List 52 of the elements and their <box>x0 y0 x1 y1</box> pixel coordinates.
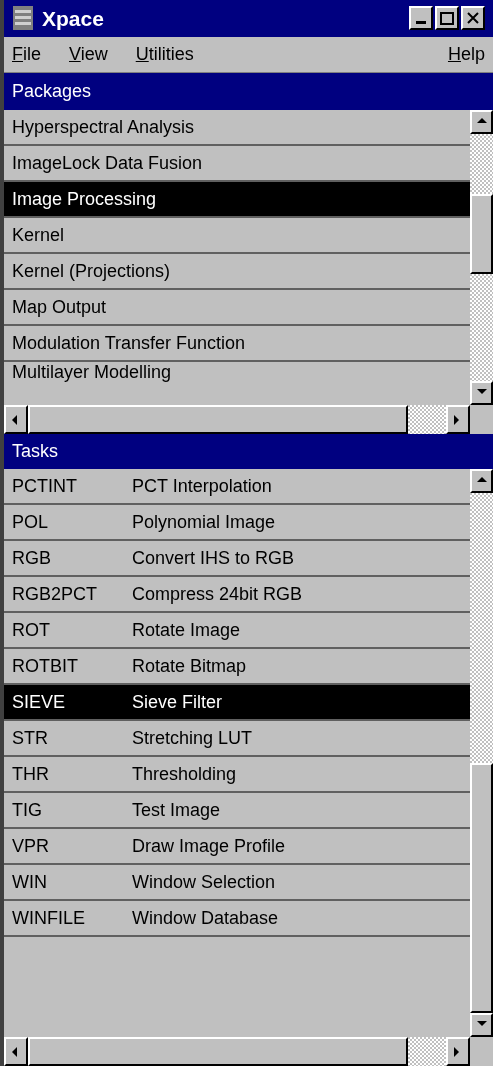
scroll-right-button[interactable] <box>446 1037 470 1066</box>
menu-item[interactable]: Utilities <box>135 41 194 68</box>
task-code: THR <box>11 762 50 786</box>
task-name: Rotate Image <box>132 618 241 642</box>
task-code: PCTINT <box>11 474 78 498</box>
task-code: RGB <box>11 546 52 570</box>
maximize-icon <box>440 11 454 25</box>
task-name: Window Database <box>132 906 279 930</box>
scrollbar-thumb[interactable] <box>470 763 493 1014</box>
scroll-down-button[interactable] <box>470 1013 493 1038</box>
task-row[interactable]: SIEVE Sieve Filter <box>4 685 470 722</box>
task-code: WINFILE <box>11 906 86 930</box>
window-title: Xpace <box>42 5 105 32</box>
scroll-up-button[interactable] <box>470 469 493 494</box>
scroll-left-button[interactable] <box>4 1037 28 1066</box>
scroll-up-button[interactable] <box>470 110 493 135</box>
menu-item[interactable]: Help <box>447 41 485 68</box>
task-code: ROT <box>11 618 51 642</box>
task-name: Stretching LUT <box>132 726 253 750</box>
task-name: Compress 24bit RGB <box>132 582 303 606</box>
task-name: Convert IHS to RGB <box>132 546 295 570</box>
task-code: WIN <box>11 870 48 894</box>
scroll-right-button[interactable] <box>446 405 470 435</box>
section-header: Tasks <box>4 434 493 470</box>
task-name: Sieve Filter <box>132 690 223 714</box>
task-code: ROTBIT <box>11 654 79 678</box>
task-name: Thresholding <box>132 762 237 786</box>
section-header: Packages <box>4 73 493 111</box>
scroll-left-button[interactable] <box>4 405 28 435</box>
task-name: Test Image <box>132 798 221 822</box>
task-name: Polynomial Image <box>132 510 276 534</box>
task-name: PCT Interpolation <box>132 474 272 498</box>
minimize-button[interactable] <box>409 6 433 31</box>
task-code: POL <box>11 510 50 534</box>
app-icon <box>12 5 34 32</box>
task-code: STR <box>11 726 49 750</box>
menu-item[interactable]: View <box>69 41 108 68</box>
task-code: RGB2PCT <box>11 582 99 606</box>
close-icon <box>467 12 479 25</box>
list-item[interactable]: Image Processing <box>4 182 470 219</box>
scroll-down-button[interactable] <box>470 381 493 406</box>
task-name: Draw Image Profile <box>132 834 286 858</box>
task-code: SIEVE <box>11 690 67 714</box>
menu-item[interactable]: File <box>12 41 41 68</box>
maximize-button[interactable] <box>435 6 459 31</box>
scrollbar-thumb[interactable] <box>470 194 493 275</box>
task-name: Window Selection <box>132 870 276 894</box>
task-code: VPR <box>11 834 50 858</box>
minimize-icon <box>416 21 426 25</box>
close-button[interactable] <box>461 6 485 31</box>
task-code: TIG <box>11 798 43 822</box>
task-name: Rotate Bitmap <box>132 654 247 678</box>
